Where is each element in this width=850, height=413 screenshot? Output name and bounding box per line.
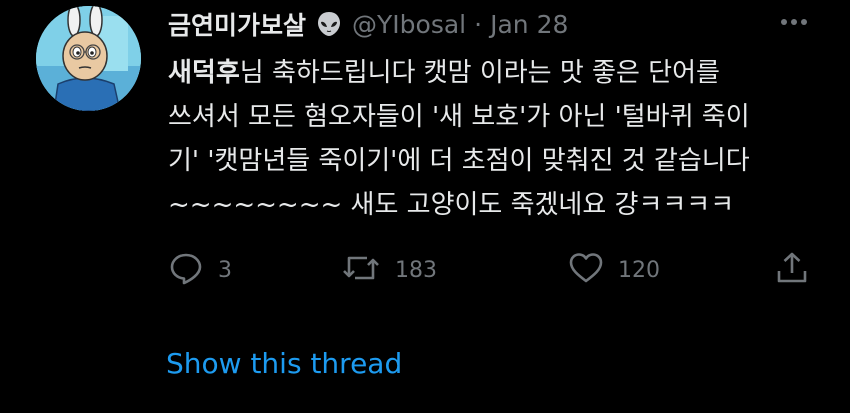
like-count: 120 bbox=[618, 257, 660, 283]
author-display-name[interactable]: 금연미가보살 bbox=[168, 6, 306, 42]
tweet-text: 새덕후님 축하드립니다 캣맘 이라는 맛 좋은 단어를 쓰셔서 모든 혐오자들이… bbox=[168, 51, 828, 227]
tweet-text-line-1-rest: 님 축하드립니다 캣맘 이라는 맛 좋은 단어를 bbox=[239, 58, 720, 88]
reply-button[interactable]: 3 bbox=[168, 247, 232, 293]
tweet-header: 금연미가보살 @YIbosal · Jan 28 bbox=[168, 4, 568, 44]
more-horizontal-icon[interactable] bbox=[774, 10, 814, 34]
author-avatar[interactable] bbox=[36, 6, 141, 111]
share-button[interactable] bbox=[774, 247, 810, 293]
tweet-text-bold-word: 새덕후 bbox=[168, 58, 240, 88]
author-handle[interactable]: @YIbosal bbox=[352, 10, 466, 39]
tweet-text-line-2: 쓰셔서 모든 혐오자들이 '새 보호'가 아닌 '털바퀴 죽이 bbox=[168, 102, 750, 132]
share-icon bbox=[774, 250, 810, 290]
tweet-text-line-1: 새덕후님 축하드립니다 캣맘 이라는 맛 좋은 단어를 bbox=[168, 51, 828, 95]
header-separator: · bbox=[474, 9, 483, 39]
tweet-text-line-3: 기' '캣맘년들 죽이기'에 더 초점이 맞춰진 것 같습니다 bbox=[168, 146, 750, 176]
like-button[interactable]: 120 bbox=[568, 247, 660, 293]
cartoon-avatar-image bbox=[36, 6, 141, 111]
tweet-date[interactable]: Jan 28 bbox=[490, 10, 568, 39]
tweet[interactable]: 금연미가보살 @YIbosal · Jan 28 새덕후님 축하드립니다 캣맘 … bbox=[0, 0, 850, 413]
retweet-button[interactable]: 183 bbox=[341, 247, 437, 293]
show-thread-link[interactable]: Show this thread bbox=[166, 347, 402, 380]
retweet-count: 183 bbox=[395, 257, 437, 283]
heart-icon bbox=[568, 250, 604, 290]
alien-emoji-icon bbox=[314, 9, 344, 39]
tweet-actions: 3 183 120 bbox=[168, 247, 818, 293]
reply-bubble-icon bbox=[168, 250, 204, 290]
tweet-text-line-4: ~~~~~~~~ 새도 고양이도 죽겠네요 걍ㅋㅋㅋㅋ bbox=[168, 190, 735, 220]
retweet-icon bbox=[341, 250, 381, 290]
reply-count: 3 bbox=[218, 257, 232, 283]
